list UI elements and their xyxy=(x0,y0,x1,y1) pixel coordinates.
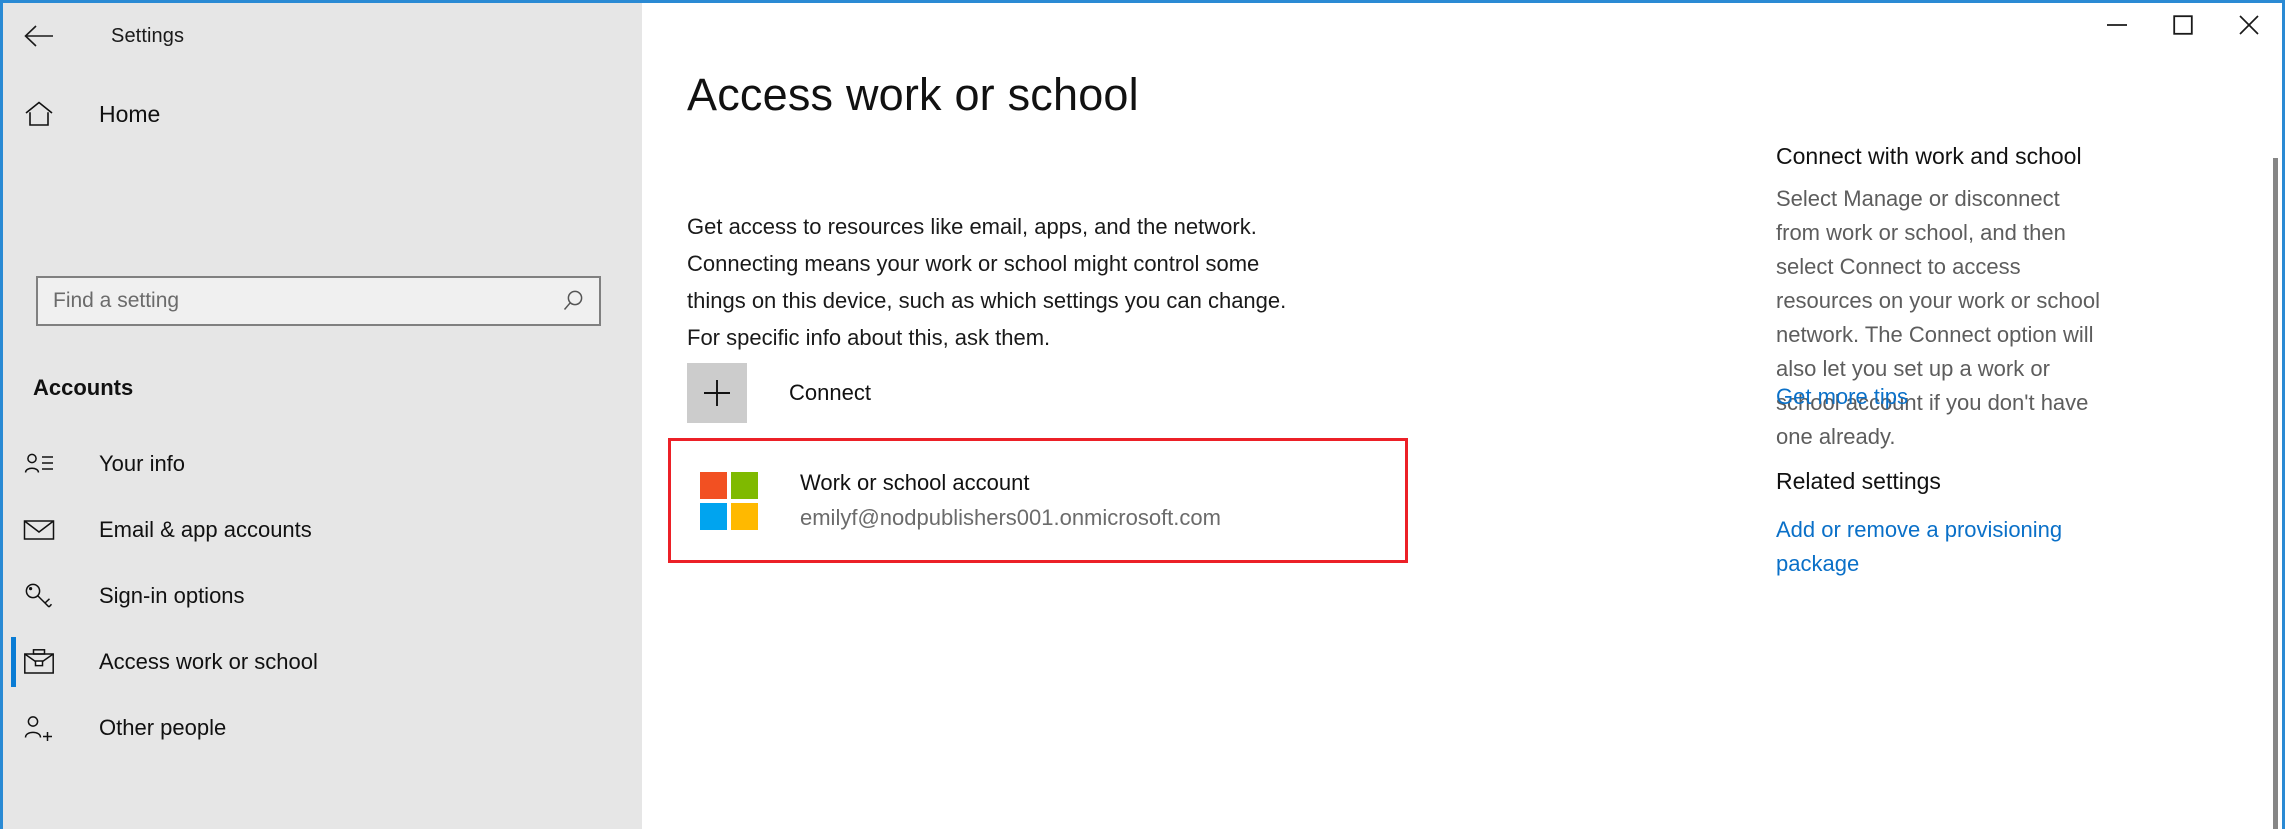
minimize-button[interactable] xyxy=(2084,3,2150,47)
close-button[interactable] xyxy=(2216,3,2282,47)
page-title: Access work or school xyxy=(687,69,1139,120)
window-title: Settings xyxy=(111,24,185,47)
nav-icon-wrap xyxy=(3,714,75,742)
selection-accent-bar xyxy=(11,637,16,687)
microsoft-logo-icon xyxy=(700,471,758,530)
sidebar-item-your-info[interactable]: Your info xyxy=(3,431,642,497)
key-icon xyxy=(25,583,53,608)
connect-button[interactable]: Connect xyxy=(687,358,1387,428)
ms-logo-square-yellow xyxy=(731,502,758,530)
maximize-button[interactable] xyxy=(2150,3,2216,47)
related-settings-heading: Related settings xyxy=(1776,468,1941,494)
sidebar-item-label: Access work or school xyxy=(99,649,318,674)
title-bar: Settings xyxy=(3,3,2282,69)
account-email: emilyf@nodpublishers001.onmicrosoft.com xyxy=(800,504,1221,530)
sidebar-item-sign-in-options[interactable]: Sign-in options xyxy=(3,563,642,629)
sidebar: Home Accounts xyxy=(3,69,642,829)
vertical-scrollbar[interactable] xyxy=(2270,69,2282,829)
minimize-icon xyxy=(2107,24,2127,26)
envelope-icon xyxy=(23,520,55,540)
intro-paragraph: Get access to resources like email, apps… xyxy=(687,214,1287,350)
search-box[interactable] xyxy=(36,276,601,326)
nav-icon-wrap xyxy=(3,451,75,477)
sidebar-item-home[interactable]: Home xyxy=(3,83,642,145)
ms-logo-square-blue xyxy=(700,502,727,530)
search-icon xyxy=(563,290,583,310)
window-controls xyxy=(2084,3,2282,47)
connect-label: Connect xyxy=(789,380,871,405)
briefcase-icon xyxy=(24,649,54,674)
add-user-icon xyxy=(24,716,52,741)
search-input[interactable] xyxy=(38,288,549,314)
ms-logo-square-green xyxy=(731,471,758,499)
title-bar-right xyxy=(642,3,2282,69)
connect-info-heading: Connect with work and school xyxy=(1776,143,2082,169)
settings-window: Settings Home Find a setting Accounts Yo… xyxy=(0,0,2285,829)
sidebar-item-other-people[interactable]: Other people xyxy=(3,695,642,761)
close-icon xyxy=(2239,15,2259,35)
search-button[interactable] xyxy=(549,278,599,324)
sidebar-item-label: Your info xyxy=(99,451,186,476)
account-name: Work or school account xyxy=(800,469,1030,495)
sidebar-nav-list: Your info Email & app accounts Sign-in o… xyxy=(3,431,642,761)
ms-logo-square-red xyxy=(700,471,727,499)
plus-tile xyxy=(687,363,747,423)
get-more-tips-link[interactable]: Get more tips xyxy=(1776,380,1908,414)
back-button[interactable] xyxy=(3,3,75,69)
maximize-icon xyxy=(2173,15,2193,35)
home-icon xyxy=(25,101,53,126)
work-or-school-account-row[interactable]: Work or school account emilyf@nodpublish… xyxy=(668,438,1408,563)
sidebar-item-label: Other people xyxy=(99,715,227,740)
title-bar-left: Settings xyxy=(3,3,642,69)
user-info-icon xyxy=(24,453,53,473)
back-arrow-icon xyxy=(24,25,53,47)
sidebar-item-home-label: Home xyxy=(99,100,161,127)
sidebar-item-label: Sign-in options xyxy=(99,583,245,608)
sidebar-item-access-work-or-school[interactable]: Access work or school xyxy=(3,629,642,695)
sidebar-item-email-app-accounts[interactable]: Email & app accounts xyxy=(3,497,642,563)
plus-icon xyxy=(704,380,730,406)
account-text: Work or school account emilyf@nodpublish… xyxy=(800,466,1221,536)
provisioning-package-link[interactable]: Add or remove a provisioning package xyxy=(1776,513,2106,581)
nav-icon-wrap xyxy=(3,582,75,610)
right-rail: Connect with work and school Select Mana… xyxy=(1776,69,2256,829)
sidebar-item-label: Email & app accounts xyxy=(99,517,312,542)
scrollbar-thumb[interactable] xyxy=(2273,158,2278,829)
nav-icon-wrap xyxy=(3,518,75,542)
home-icon-wrap xyxy=(3,100,75,128)
sidebar-category-title: Accounts xyxy=(33,375,134,400)
